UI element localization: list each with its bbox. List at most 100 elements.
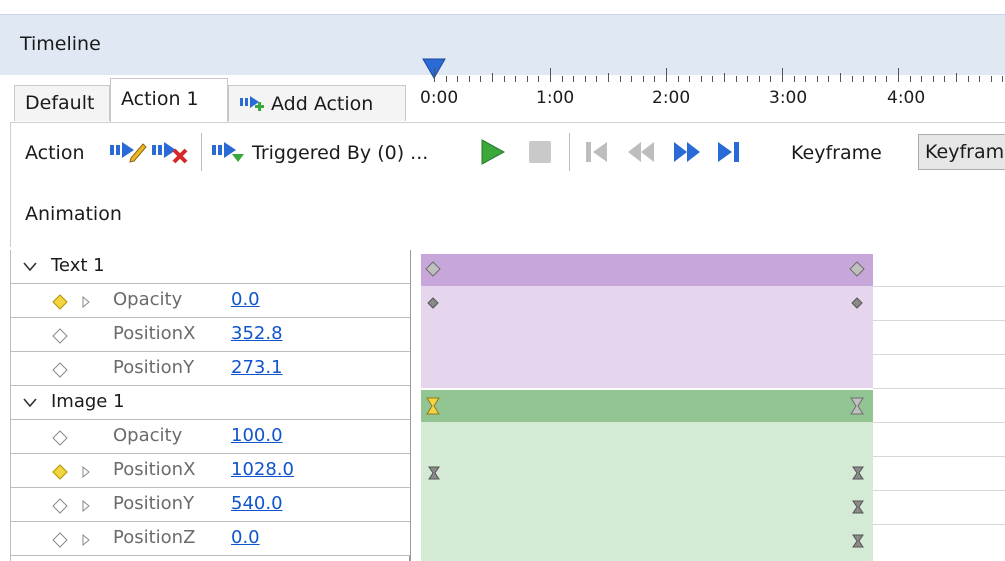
keyframe-marker[interactable] — [428, 466, 440, 480]
ruler-tick — [434, 68, 435, 82]
tab-add-action[interactable]: Add Action — [228, 85, 406, 121]
trigger-icon[interactable] — [211, 138, 247, 164]
ruler-tick — [851, 76, 853, 82]
row-divider — [873, 320, 1005, 321]
property-value[interactable]: 0.0 — [231, 527, 260, 548]
tab-default[interactable]: Default — [14, 85, 110, 121]
tab-action-1[interactable]: Action 1 — [110, 78, 228, 123]
keyframe-diamond-empty-icon[interactable] — [51, 327, 69, 345]
property-row[interactable]: PositionY 540.0 — [11, 488, 410, 522]
property-row[interactable]: PositionX 1028.0 — [11, 454, 410, 488]
track-row-image-1[interactable]: Image 1 — [11, 386, 410, 420]
ruler-tick — [1002, 76, 1004, 82]
keyframe-diamond-empty-icon[interactable] — [51, 497, 69, 515]
play-icon[interactable] — [477, 137, 507, 167]
chevron-down-icon[interactable] — [23, 262, 37, 272]
time-ruler[interactable]: 0:00 1:00 2:00 3:00 4:00 — [410, 58, 1005, 118]
ruler-tick — [596, 76, 598, 82]
action-label: Action — [25, 142, 85, 164]
chevron-down-icon[interactable] — [23, 398, 37, 408]
track-row-text-1[interactable]: Text 1 — [11, 250, 410, 284]
expand-triangle-icon[interactable] — [81, 296, 91, 308]
ruler-tick — [724, 73, 725, 82]
lane-image-1-properties[interactable] — [421, 422, 873, 561]
expand-triangle-icon[interactable] — [81, 500, 91, 512]
timeline-toolbar: Action Triggered By (0) ... Keyframe Key… — [10, 122, 1005, 247]
property-value[interactable]: 540.0 — [231, 493, 283, 514]
ruler-tick — [874, 76, 876, 82]
lane-image-1-group[interactable] — [421, 390, 873, 422]
ruler-tick — [967, 76, 969, 82]
keyframe-dropdown[interactable]: Keyframe — [918, 134, 1005, 170]
property-value[interactable]: 1028.0 — [231, 459, 294, 480]
group-keyframe-marker[interactable] — [425, 261, 441, 277]
step-forward-icon[interactable] — [671, 138, 703, 166]
group-keyframe-marker[interactable] — [849, 397, 865, 415]
property-row[interactable]: PositionX 352.8 — [11, 318, 410, 352]
ruler-label: 0:00 — [420, 88, 459, 108]
expand-triangle-icon[interactable] — [81, 466, 91, 478]
keyframe-diamond-empty-icon[interactable] — [51, 429, 69, 447]
keyframe-marker[interactable] — [851, 297, 863, 309]
ruler-tick — [863, 76, 865, 82]
property-row[interactable]: PositionZ 0.0 — [11, 522, 410, 556]
ruler-tick — [689, 76, 691, 82]
property-row[interactable]: Opacity 100.0 — [11, 420, 410, 454]
keyframe-diamond-icon[interactable] — [51, 293, 69, 311]
row-divider — [873, 456, 1005, 457]
add-action-icon — [240, 96, 264, 111]
ruler-tick — [886, 76, 888, 82]
keyframe-marker[interactable] — [852, 500, 864, 514]
ruler-tick — [619, 76, 621, 82]
row-divider — [873, 354, 1005, 355]
lane-text-1-group[interactable] — [421, 254, 873, 286]
triggered-by-button[interactable]: Triggered By (0) ... — [252, 142, 428, 164]
ruler-tick — [631, 76, 633, 82]
tab-default-label: Default — [25, 92, 95, 114]
ruler-tick — [747, 76, 749, 82]
keyframe-diamond-empty-icon[interactable] — [51, 531, 69, 549]
ruler-tick — [932, 76, 934, 82]
ruler-tick — [828, 76, 830, 82]
edit-action-icon[interactable] — [109, 138, 147, 164]
ruler-tick — [735, 76, 737, 82]
group-keyframe-marker[interactable] — [425, 397, 441, 415]
panel-title: Timeline — [20, 33, 101, 55]
keyframe-marker[interactable] — [852, 534, 864, 548]
stop-icon[interactable] — [527, 139, 553, 165]
property-row[interactable]: PositionY 273.1 — [11, 352, 410, 386]
property-value[interactable]: 352.8 — [231, 323, 283, 344]
ruler-tick — [944, 76, 946, 82]
ruler-tick — [503, 76, 505, 82]
property-tree: Text 1 Opacity 0.0 PositionX 352.8 Posit… — [10, 250, 411, 561]
keyframe-diamond-icon[interactable] — [51, 463, 69, 481]
group-keyframe-marker[interactable] — [849, 261, 865, 277]
keyframe-diamond-empty-icon[interactable] — [51, 361, 69, 379]
property-value[interactable]: 100.0 — [231, 425, 283, 446]
property-row[interactable]: Opacity 0.0 — [11, 284, 410, 318]
ruler-tick — [816, 76, 818, 82]
lane-text-1-properties[interactable] — [421, 286, 873, 388]
expand-triangle-icon[interactable] — [81, 534, 91, 546]
row-divider — [873, 286, 1005, 287]
ruler-tick — [526, 76, 528, 82]
delete-action-icon[interactable] — [151, 138, 189, 164]
property-value[interactable]: 0.0 — [231, 289, 260, 310]
property-name: PositionX — [113, 323, 196, 344]
step-back-icon[interactable] — [625, 138, 657, 166]
keyframe-marker[interactable] — [427, 297, 439, 309]
ruler-tick — [642, 76, 644, 82]
go-to-end-icon[interactable] — [715, 138, 743, 166]
property-value[interactable]: 273.1 — [231, 357, 283, 378]
ruler-tick — [677, 76, 679, 82]
ruler-tick — [898, 68, 899, 82]
go-to-start-icon[interactable] — [583, 138, 611, 166]
keyframe-marker[interactable] — [852, 466, 864, 480]
tab-action-1-label: Action 1 — [121, 88, 199, 110]
ruler-tick — [538, 76, 540, 82]
ruler-label: 2:00 — [652, 88, 691, 108]
row-divider — [873, 388, 1005, 389]
ruler-label: 4:00 — [887, 88, 926, 108]
row-divider — [873, 490, 1005, 491]
ruler-tick — [666, 68, 667, 82]
